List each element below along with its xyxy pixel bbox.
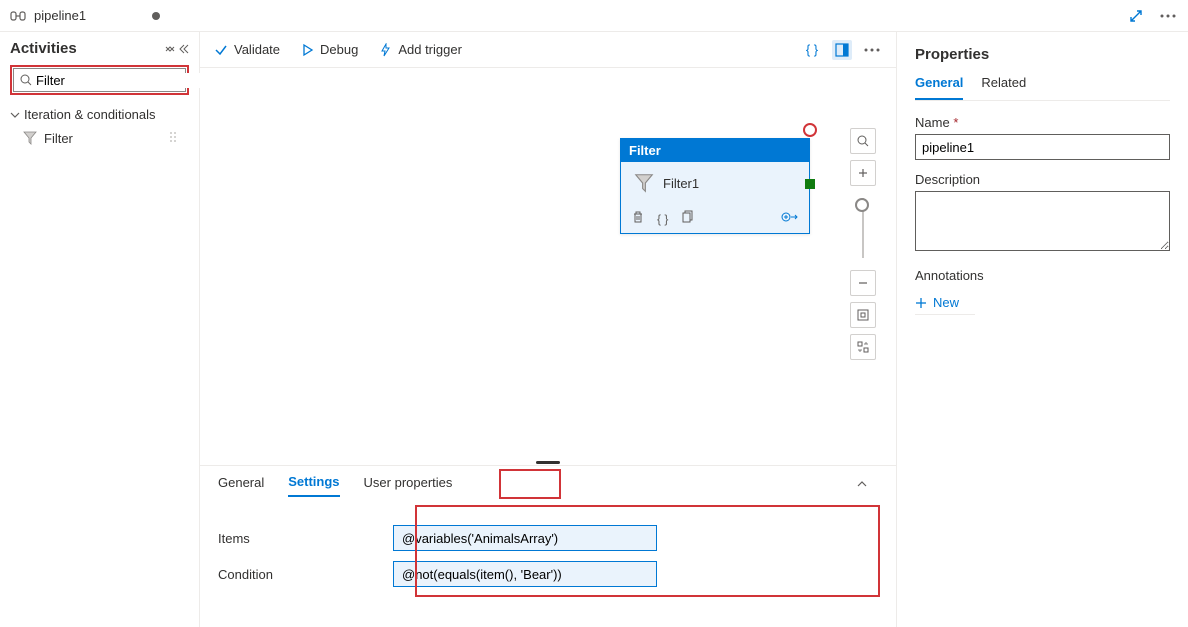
node-type-label: Filter [621, 139, 809, 162]
name-label: Name [915, 115, 950, 130]
tab-user-properties[interactable]: User properties [364, 475, 453, 496]
filter-activity-node[interactable]: Filter Filter1 { } [620, 138, 810, 234]
props-tab-general[interactable]: General [915, 75, 963, 100]
validation-error-icon [803, 123, 817, 137]
expand-node-icon[interactable] [781, 210, 799, 227]
copy-icon[interactable] [680, 210, 694, 227]
zoom-in-button[interactable] [850, 160, 876, 186]
description-textarea[interactable] [915, 191, 1170, 251]
canvas-search-button[interactable] [850, 128, 876, 154]
filter-icon [633, 172, 655, 194]
tab-settings[interactable]: Settings [288, 474, 339, 497]
drag-handle-icon [169, 131, 177, 146]
activity-filter[interactable]: Filter [10, 126, 189, 150]
condition-input[interactable] [393, 561, 657, 587]
pipeline-canvas[interactable]: Filter Filter1 { } [200, 68, 896, 459]
pipeline-toolbar: Validate Debug Add trigger { } [200, 32, 896, 68]
expand-icon[interactable] [1126, 6, 1146, 26]
pipeline-icon [10, 8, 26, 24]
properties-panel: Properties General Related Name * Descri… [896, 32, 1188, 627]
collapse-panel-icon[interactable] [856, 478, 878, 493]
items-label: Items [218, 531, 393, 546]
collapse-sidebar-icon[interactable] [165, 44, 189, 54]
more-icon[interactable] [1158, 6, 1178, 26]
fit-screen-button[interactable] [850, 302, 876, 328]
chevron-down-icon [10, 110, 20, 120]
items-input[interactable] [393, 525, 657, 551]
pipeline-name-input[interactable] [915, 134, 1170, 160]
code-icon[interactable]: { } [802, 40, 822, 60]
toolbar-more-icon[interactable] [862, 40, 882, 60]
node-name: Filter1 [663, 176, 699, 191]
add-annotation-button[interactable]: New [915, 291, 975, 315]
filter-icon [22, 130, 38, 146]
zoom-slider[interactable] [862, 198, 864, 258]
add-trigger-button[interactable]: Add trigger [378, 42, 462, 57]
condition-label: Condition [218, 567, 393, 582]
properties-toggle-icon[interactable] [832, 40, 852, 60]
output-handle[interactable] [805, 179, 815, 189]
unsaved-indicator-icon [152, 12, 160, 20]
code-icon[interactable]: { } [657, 212, 668, 226]
props-tab-related[interactable]: Related [981, 75, 1026, 100]
validate-button[interactable]: Validate [214, 42, 280, 57]
properties-heading: Properties [915, 46, 1170, 63]
category-iteration-conditionals[interactable]: Iteration & conditionals [10, 103, 189, 126]
annotations-label: Annotations [915, 268, 1170, 283]
search-icon [20, 74, 32, 86]
zoom-out-button[interactable] [850, 270, 876, 296]
pipeline-tab[interactable]: pipeline1 [0, 0, 200, 31]
debug-button[interactable]: Debug [300, 42, 358, 57]
zoom-slider-thumb[interactable] [855, 198, 869, 212]
delete-icon[interactable] [631, 210, 645, 227]
activity-search-field[interactable] [36, 73, 212, 88]
required-indicator: * [953, 115, 958, 130]
tab-title: pipeline1 [34, 8, 86, 23]
activities-heading: Activities [10, 40, 165, 57]
activities-sidebar: Activities Iteration & conditionals Filt… [0, 32, 200, 627]
tab-general[interactable]: General [218, 475, 264, 496]
auto-align-button[interactable] [850, 334, 876, 360]
plus-icon [915, 297, 927, 309]
description-label: Description [915, 172, 1170, 187]
activity-search-input[interactable] [13, 68, 186, 92]
